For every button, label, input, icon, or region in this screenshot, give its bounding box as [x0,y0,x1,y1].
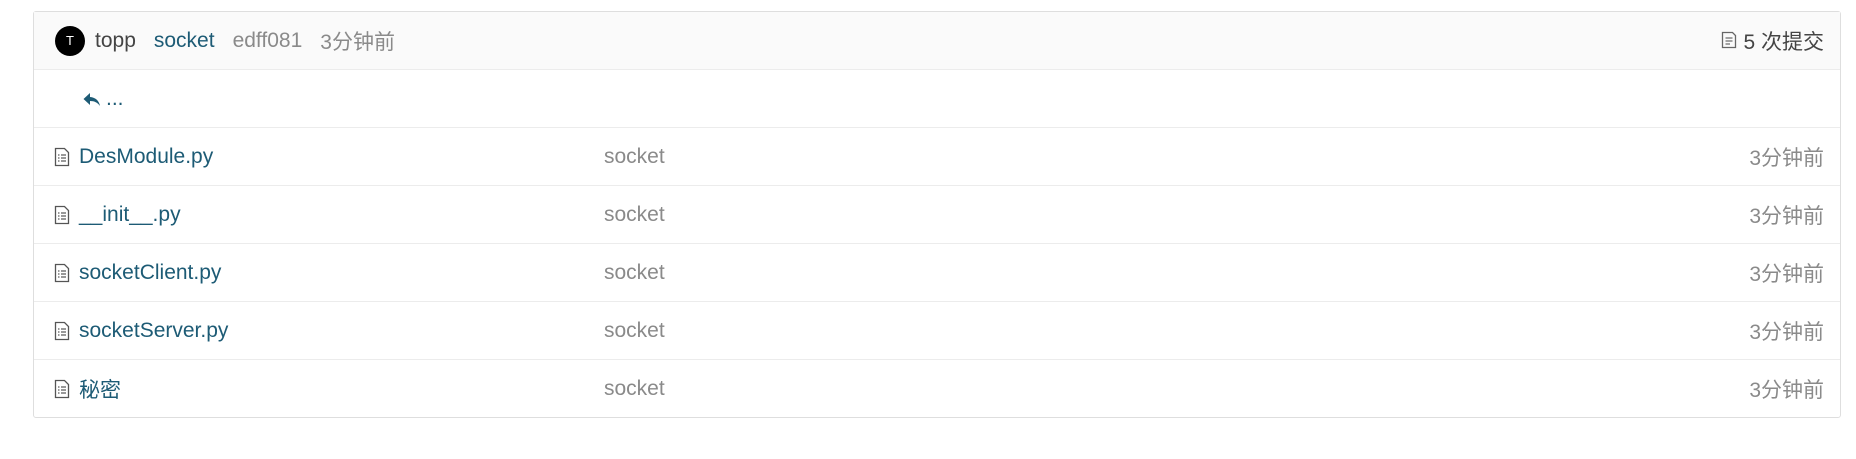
file-link[interactable]: __init__.py [79,203,181,227]
file-commit-age: 3分钟前 [1749,204,1824,228]
file-icon [54,379,70,399]
file-name-cell: socketServer.py [54,319,228,343]
commit-sha[interactable]: edff081 [233,29,303,53]
file-link[interactable]: socketServer.py [79,319,228,343]
file-icon [54,147,70,167]
file-link[interactable]: socketClient.py [79,261,221,285]
commit-time: 3分钟前 [320,30,395,54]
file-icon [54,321,70,341]
file-row: socketServer.py socket 3分钟前 [34,301,1840,359]
file-commit-message[interactable]: socket [604,377,665,401]
reply-icon [82,91,102,107]
file-commit-message[interactable]: socket [604,145,665,169]
file-name-cell: socketClient.py [54,261,221,285]
file-link[interactable]: DesModule.py [79,145,213,169]
parent-directory-link[interactable]: ... [82,87,124,111]
commits-count-link[interactable]: 5 次提交 [1721,26,1824,56]
file-name-cell: DesModule.py [54,145,213,169]
file-commit-message[interactable]: socket [604,319,665,343]
commit-author[interactable]: topp [95,29,136,53]
file-commit-age: 3分钟前 [1749,378,1824,402]
parent-directory-label: ... [106,86,124,110]
file-row: DesModule.py socket 3分钟前 [34,127,1840,185]
commit-message-link[interactable]: socket [154,29,215,53]
file-row: 秘密 socket 3分钟前 [34,359,1840,417]
commits-count-label: 5 次提交 [1743,30,1824,54]
file-row: __init__.py socket 3分钟前 [34,185,1840,243]
latest-commit-header: T topp socket edff081 3分钟前 5 次提交 [34,12,1840,69]
file-commit-age: 3分钟前 [1749,146,1824,170]
file-link[interactable]: 秘密 [79,374,121,404]
file-commit-age: 3分钟前 [1749,320,1824,344]
parent-directory-row: ... [34,69,1840,127]
file-icon [54,263,70,283]
file-name-cell: __init__.py [54,203,181,227]
file-name-cell: 秘密 [54,374,121,404]
file-commit-message[interactable]: socket [604,203,665,227]
file-commit-message[interactable]: socket [604,261,665,285]
file-row: socketClient.py socket 3分钟前 [34,243,1840,301]
history-icon [1721,31,1737,51]
repo-file-table: T topp socket edff081 3分钟前 5 次提交 ... Des… [33,11,1841,418]
file-commit-age: 3分钟前 [1749,262,1824,286]
avatar[interactable]: T [55,25,85,56]
file-icon [54,205,70,225]
